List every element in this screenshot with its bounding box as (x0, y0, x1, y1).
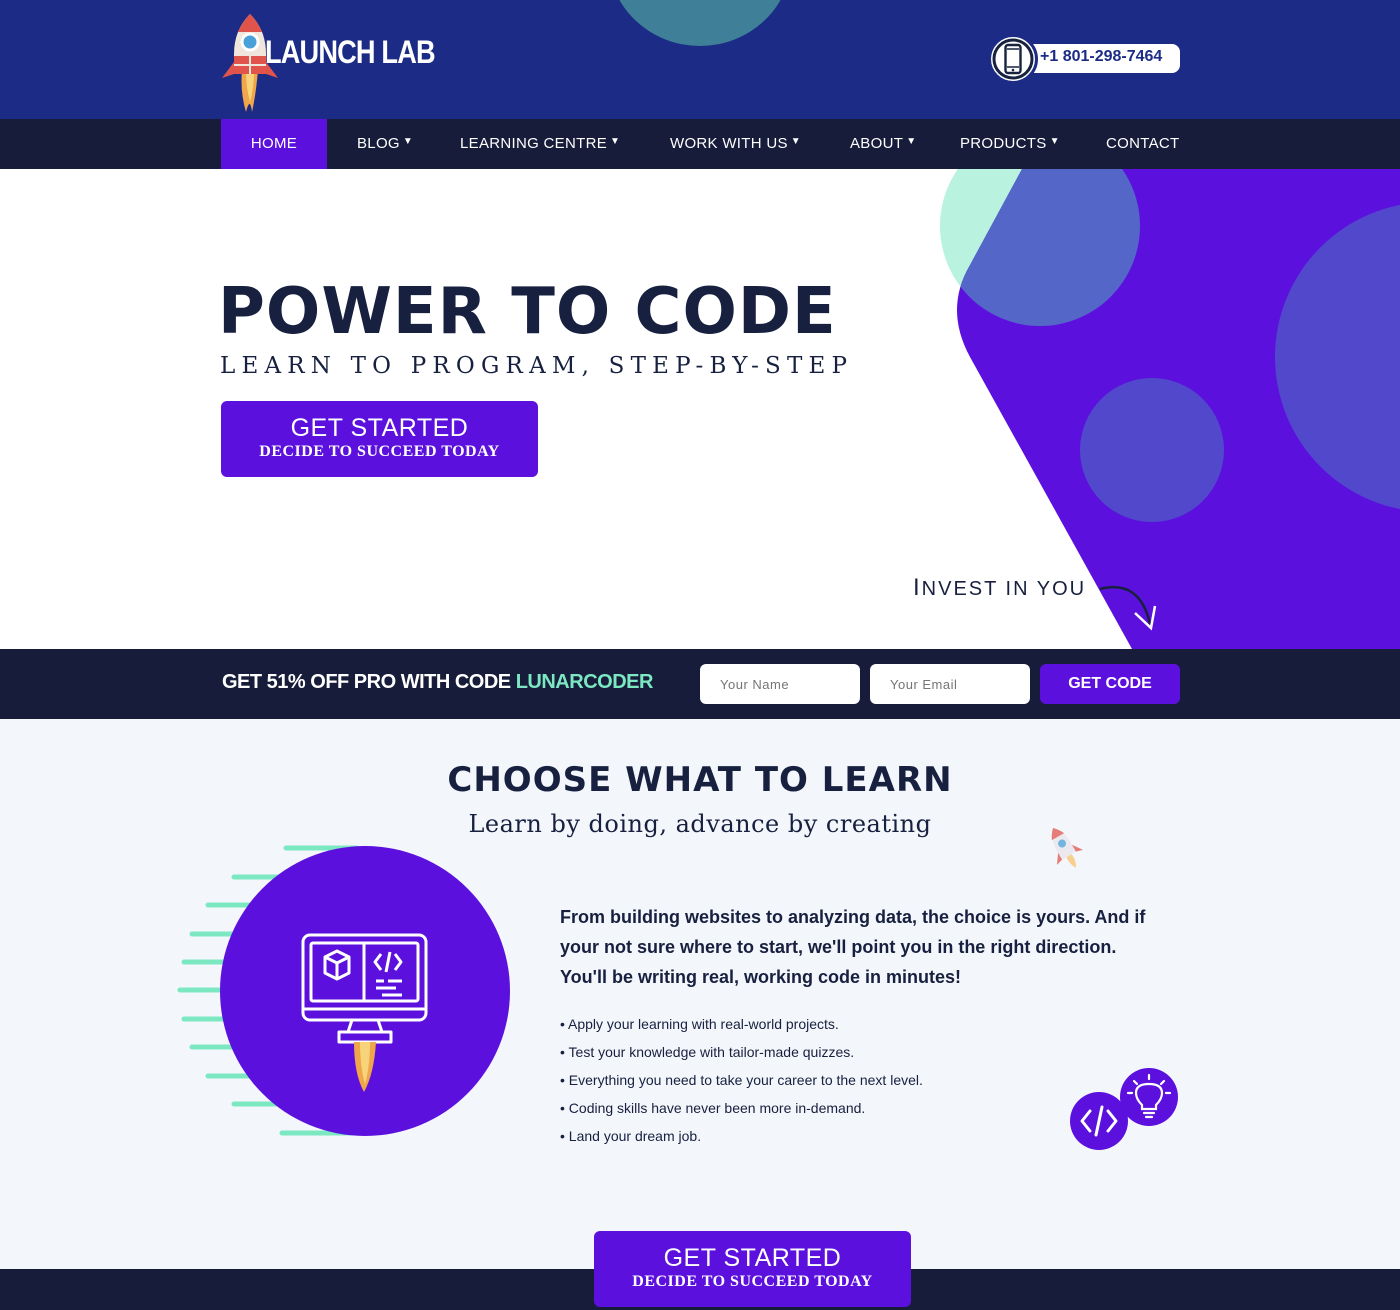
logo-text: LAUNCH LAB (265, 34, 436, 70)
promo-bar: GET 51% OFF PRO WITH CODE LUNARCODER GET… (0, 649, 1400, 719)
caret-down-icon: ▼ (1049, 136, 1060, 147)
hero-section: POWER TO CODE LEARN TO PROGRAM, STEP-BY-… (0, 169, 1400, 649)
list-item: • Everything you need to take your caree… (560, 1072, 923, 1088)
decorative-circle (608, 0, 792, 46)
name-input[interactable] (700, 664, 860, 704)
get-started-bottom-button[interactable]: GET STARTED DECIDE TO SUCCEED TODAY (594, 1231, 911, 1307)
phone-link[interactable]: +1 801-298-7464 (988, 34, 1182, 84)
caret-down-icon: ▼ (790, 136, 801, 147)
button-main-label: GET STARTED (663, 1244, 842, 1272)
nav-item-products[interactable]: PRODUCTS ▼ (960, 119, 1060, 169)
hero-subtitle: LEARN TO PROGRAM, STEP-BY-STEP (220, 353, 854, 379)
hero-title: POWER TO CODE (218, 275, 837, 349)
nav-item-work-with-us[interactable]: WORK WITH US ▼ (670, 119, 801, 169)
learn-title: CHOOSE WHAT TO LEARN (447, 760, 953, 800)
list-item: • Apply your learning with real-world pr… (560, 1016, 839, 1032)
smartphone-icon-circle (988, 34, 1038, 84)
nav-label: ABOUT (850, 135, 904, 152)
get-started-button[interactable]: GET STARTED DECIDE TO SUCCEED TODAY (221, 401, 538, 477)
promo-code: LUNARCODER (515, 671, 654, 693)
promo-label: GET 51% OFF PRO WITH CODE (222, 671, 516, 693)
get-code-button[interactable]: GET CODE (1040, 664, 1180, 704)
hero-decoration (940, 169, 1400, 649)
nav-item-learning-centre[interactable]: LEARNING CENTRE ▼ (460, 119, 620, 169)
invest-text: NVEST IN YOU (921, 578, 1087, 600)
button-main-label: GET STARTED (290, 414, 469, 442)
nav-label: PRODUCTS (960, 135, 1047, 152)
site-header: LAUNCH LAB +1 801-298-7464 (0, 0, 1400, 119)
nav-item-blog[interactable]: BLOG ▼ (357, 119, 413, 169)
nav-label: BLOG (357, 135, 400, 152)
nav-item-contact[interactable]: CONTACT (1106, 119, 1179, 169)
nav-label: HOME (250, 135, 298, 152)
promo-text: GET 51% OFF PRO WITH CODE LUNARCODER (222, 671, 653, 694)
learn-intro: From building websites to analyzing data… (560, 907, 1146, 987)
nav-item-home[interactable]: HOME (221, 119, 327, 169)
nav-item-about[interactable]: ABOUT ▼ (850, 119, 916, 169)
list-item: • Land your dream job. (560, 1128, 702, 1144)
invest-tagline: INVEST IN YOU (913, 574, 1086, 602)
email-input[interactable] (870, 664, 1030, 704)
speed-lines-and-monitor (177, 845, 510, 1136)
feature-list: • Apply your learning with real-world pr… (560, 1014, 923, 1154)
nav-label: LEARNING CENTRE (460, 135, 608, 152)
caret-down-icon: ▼ (610, 136, 621, 147)
nav-label: WORK WITH US (670, 135, 788, 152)
nav-label: CONTACT (1106, 135, 1180, 152)
caret-down-icon: ▼ (906, 136, 917, 147)
phone-number: +1 801-298-7464 (1040, 48, 1163, 65)
button-sub-label: DECIDE TO SUCCEED TODAY (259, 443, 500, 460)
button-sub-label: DECIDE TO SUCCEED TODAY (632, 1273, 873, 1290)
invest-initial: I (913, 574, 922, 601)
caret-down-icon: ▼ (402, 136, 414, 147)
code-bulb-badges (1070, 1068, 1178, 1150)
list-item: • Test your knowledge with tailor-made q… (560, 1044, 855, 1060)
smartphone-icon (992, 38, 1034, 80)
main-nav: HOME BLOG ▼ LEARNING CENTRE ▼ WORK WITH US… (0, 119, 1400, 169)
list-item: • Coding skills have never been more in-… (560, 1100, 866, 1116)
learn-subtitle: Learn by doing, advance by creating (468, 810, 932, 838)
